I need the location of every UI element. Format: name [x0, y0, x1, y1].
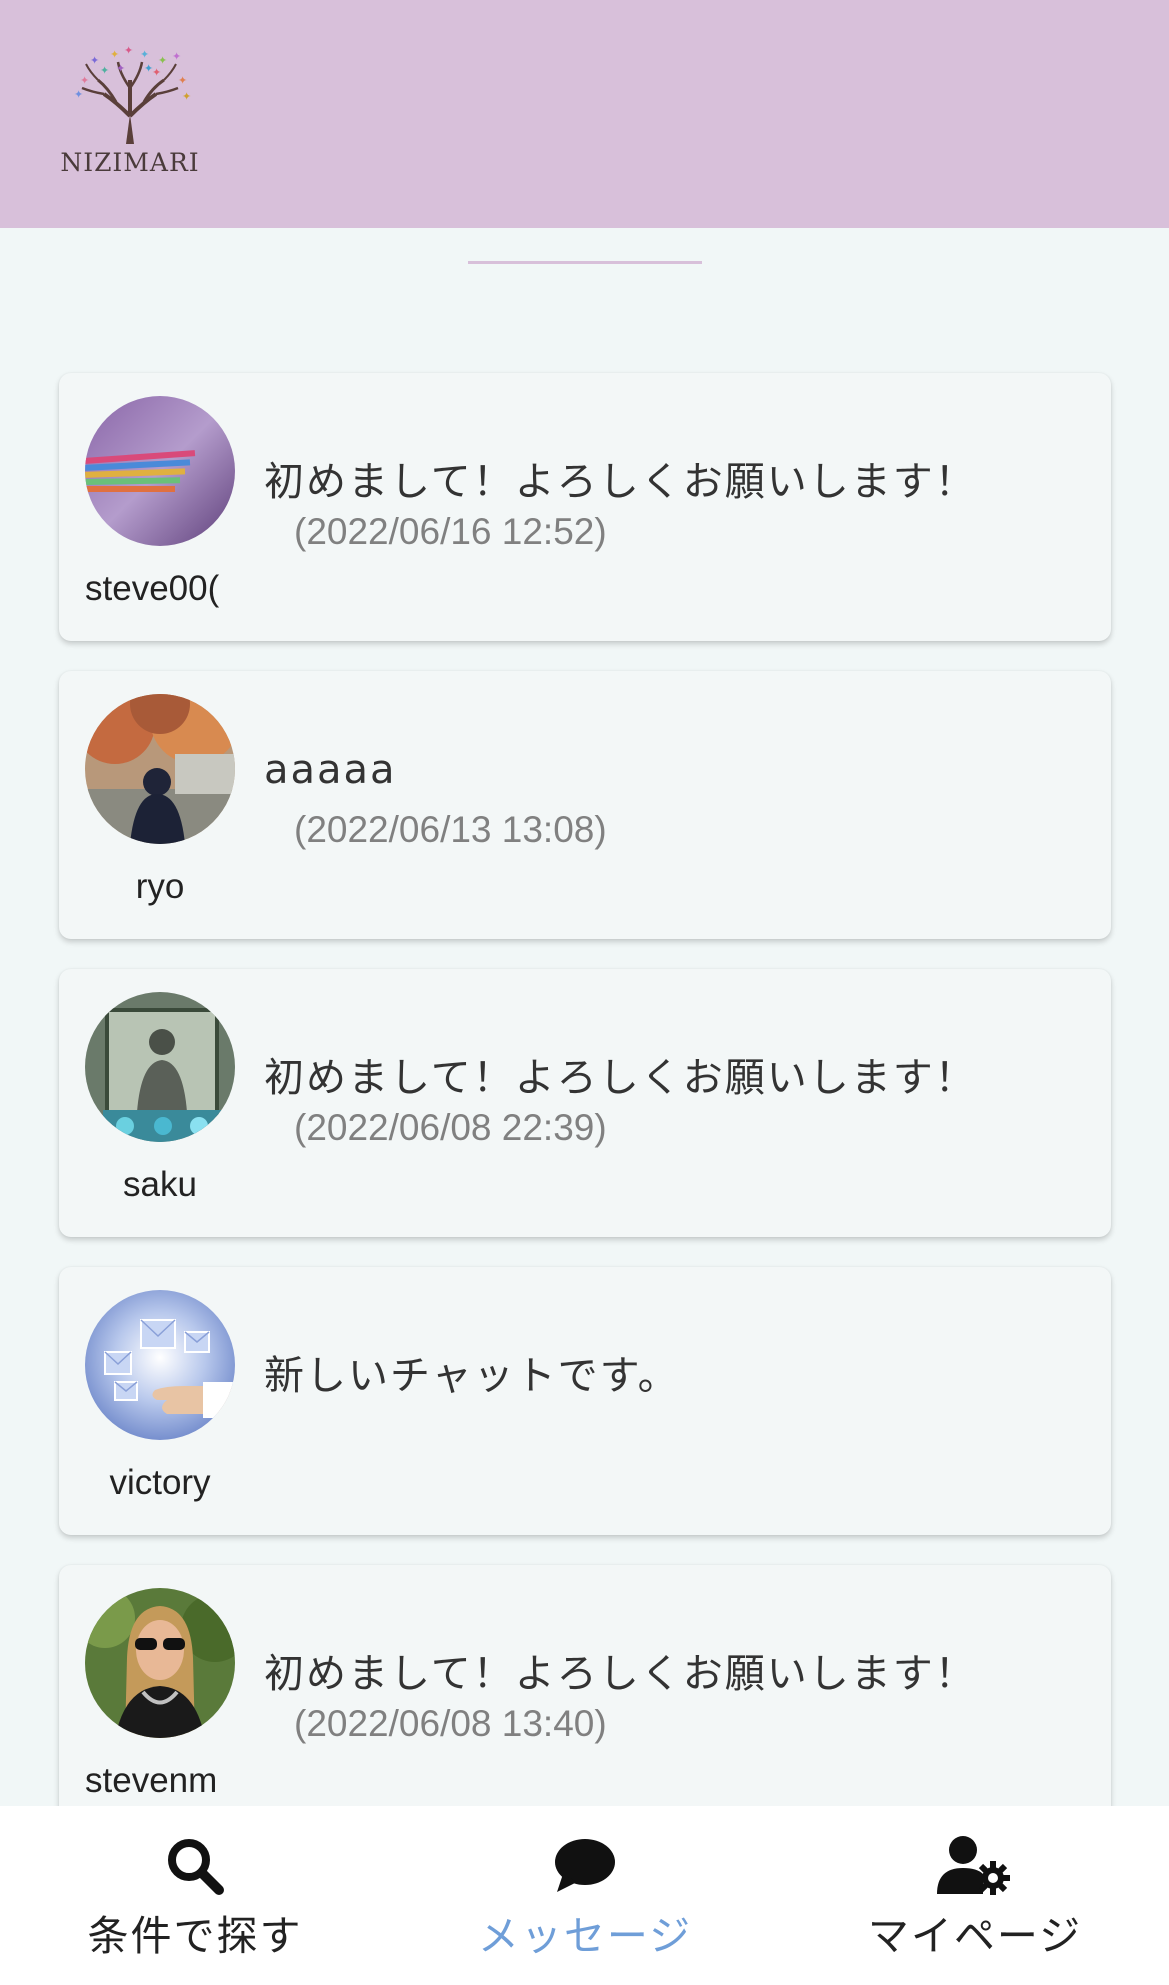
svg-text:✦: ✦	[100, 64, 109, 77]
svg-text:✦: ✦	[110, 48, 119, 61]
chat-last-message: 初めまして！よろしくお願いします！	[264, 1055, 977, 1101]
svg-text:✦: ✦	[144, 62, 153, 75]
nav-item-search[interactable]: 条件で探す	[0, 1806, 390, 1985]
chat-timestamp: (2022/06/13 13:08)	[294, 809, 607, 850]
woman-sunglasses-avatar-icon	[85, 1588, 235, 1738]
chat-username: saku	[123, 1165, 197, 1204]
nav-item-messages[interactable]: メッセージ	[390, 1806, 780, 1985]
chat-timestamp: (2022/06/08 22:39)	[294, 1107, 607, 1148]
logo-text: NIZIMARI	[60, 148, 200, 177]
svg-text:✦: ✦	[74, 88, 83, 101]
svg-text:✦: ✦	[80, 74, 89, 87]
mail-hand-avatar-icon	[85, 1290, 235, 1440]
tree-icon: ✦ ✦ ✦ ✦ ✦ ✦ ✦ ✦ ✦ ✦ ✦ ✦ ✦ ✦	[74, 44, 191, 144]
user-settings-icon	[935, 1834, 1015, 1902]
svg-text:✦: ✦	[182, 90, 191, 103]
chat-list-item[interactable]: saku 初めまして！よろしくお願いします！ (2022/06/08 22:39…	[59, 969, 1111, 1237]
chat-username: victory	[109, 1463, 211, 1502]
chat-last-message: 新しいチャットです。	[264, 1353, 680, 1399]
chat-last-message: aaaaa	[264, 747, 397, 793]
search-icon	[163, 1834, 227, 1902]
nav-label-messages: メッセージ	[477, 1912, 693, 1960]
chat-username: ryo	[135, 867, 185, 906]
svg-text:✦: ✦	[172, 50, 181, 63]
header-divider	[468, 261, 702, 264]
chat-list-item[interactable]: stevenm 初めまして！よろしくお願いします！ (2022/06/08 13…	[59, 1565, 1111, 1833]
nav-label-mypage: マイページ	[867, 1912, 1083, 1960]
chat-list-item[interactable]: victory 新しいチャットです。	[59, 1267, 1111, 1535]
autumn-person-avatar-icon	[85, 694, 235, 844]
nav-item-mypage[interactable]: マイページ	[780, 1806, 1169, 1985]
chat-timestamp: (2022/06/16 12:52)	[294, 511, 607, 552]
svg-text:✦: ✦	[140, 48, 149, 61]
svg-text:✦: ✦	[116, 62, 125, 75]
chat-username: stevenm	[85, 1761, 218, 1800]
chat-username: steve00(	[85, 569, 220, 608]
chat-bubble-icon	[553, 1834, 617, 1902]
purple-abstract-avatar-icon	[85, 396, 235, 546]
chat-timestamp: (2022/06/08 13:40)	[294, 1703, 607, 1744]
bottom-navigation: 条件で探す メッセージ マイページ	[0, 1806, 1169, 1985]
svg-text:✦: ✦	[152, 66, 161, 79]
nav-label-search: 条件で探す	[87, 1912, 303, 1960]
svg-text:✦: ✦	[90, 54, 99, 67]
chat-list-item[interactable]: ryo aaaaa (2022/06/13 13:08)	[59, 671, 1111, 939]
nizimari-logo[interactable]: ✦ ✦ ✦ ✦ ✦ ✦ ✦ ✦ ✦ ✦ ✦ ✦ ✦ ✦ NIZIMARI	[60, 44, 200, 184]
app-header: ✦ ✦ ✦ ✦ ✦ ✦ ✦ ✦ ✦ ✦ ✦ ✦ ✦ ✦ NIZIMARI	[0, 0, 1169, 228]
chat-list-item[interactable]: steve00( 初めまして！よろしくお願いします！ (2022/06/16 1…	[59, 373, 1111, 641]
svg-text:✦: ✦	[178, 74, 187, 87]
framed-portrait-avatar-icon	[85, 992, 235, 1142]
chat-last-message: 初めまして！よろしくお願いします！	[264, 1651, 977, 1697]
chat-last-message: 初めまして！よろしくお願いします！	[264, 459, 977, 505]
svg-text:✦: ✦	[124, 44, 133, 57]
